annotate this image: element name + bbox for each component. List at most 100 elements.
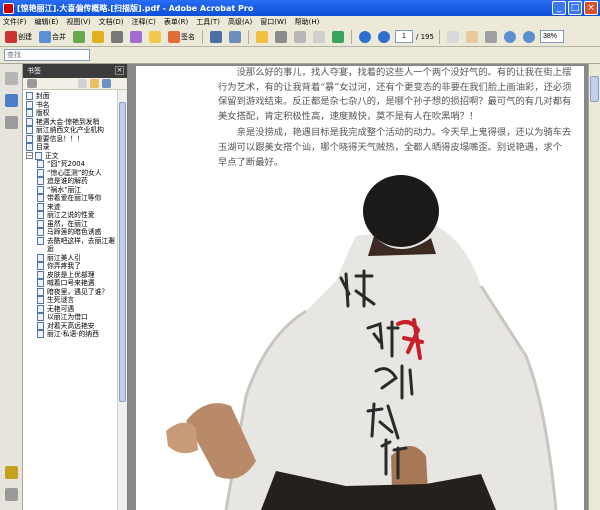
maximize-button[interactable]: □: [568, 1, 582, 15]
bookmarks-panel-icon[interactable]: [5, 94, 18, 107]
bookmark-item[interactable]: “祸水”丽江: [23, 185, 117, 195]
bookmarks-scrollbar[interactable]: [117, 90, 127, 510]
bookmark-item[interactable]: 目录: [23, 143, 117, 152]
menu-file[interactable]: 文件(F): [3, 17, 27, 27]
delete-bookmark-icon[interactable]: [78, 79, 87, 88]
bookmark-icon: [26, 134, 33, 143]
bookmark-label: “祸水”丽江: [47, 185, 82, 194]
bookmark-item[interactable]: 马蹄莲的暗色诱惑: [23, 228, 117, 237]
bookmark-item[interactable]: − 正文: [23, 151, 117, 161]
save-button[interactable]: [208, 29, 224, 45]
zoom-level-input[interactable]: [539, 30, 564, 43]
close-pane-button[interactable]: ×: [115, 66, 124, 75]
menu-forms[interactable]: 表单(R): [164, 17, 188, 27]
menu-window[interactable]: 窗口(W): [260, 17, 286, 27]
document-scrollbar[interactable]: [588, 64, 600, 510]
document-scroll-thumb[interactable]: [590, 76, 599, 102]
zoom-out-button[interactable]: [502, 29, 518, 45]
bookmark-label: 生死谜言: [47, 296, 75, 304]
hand-tool-button[interactable]: [464, 29, 480, 45]
bookmark-label: 来迹: [47, 202, 61, 211]
expand-bookmark-icon[interactable]: [102, 79, 111, 88]
comment-button[interactable]: [147, 29, 163, 45]
comments-panel-icon[interactable]: [5, 466, 18, 479]
bookmark-item[interactable]: 追是谁的解药: [23, 177, 117, 186]
bookmark-item[interactable]: 丽江美人引: [23, 253, 117, 263]
select-tool-button[interactable]: [445, 29, 461, 45]
window-title: [惊艳丽江].大喜偏传概略.[扫描版].pdf - Adobe Acrobat …: [17, 3, 254, 13]
menu-view[interactable]: 视图(V): [66, 17, 90, 27]
menu-advanced[interactable]: 高级(A): [228, 17, 252, 27]
share-button[interactable]: [330, 29, 346, 45]
bookmark-item[interactable]: 暗夜里，遇见了谁？: [23, 287, 117, 297]
bookmark-item[interactable]: 皮肤是上优部理: [23, 270, 117, 280]
attachments-panel-icon[interactable]: [5, 488, 18, 501]
bookmark-icon: [26, 126, 33, 134]
bookmark-item[interactable]: 丽江·私语·的纳西: [23, 330, 117, 339]
marquee-zoom-button[interactable]: [483, 29, 499, 45]
bookmark-label: 去酰吧这样，去丽江邂逅: [47, 236, 115, 254]
bookmark-label: 带着爱在丽江等你: [47, 194, 102, 202]
options-icon[interactable]: [27, 79, 37, 88]
bookmark-item[interactable]: 丽江之说的性爱: [23, 211, 117, 220]
bookmark-item[interactable]: “囧”死2004: [23, 160, 117, 169]
signatures-panel-icon[interactable]: [5, 116, 18, 129]
bookmark-item[interactable]: 无艳可遇: [23, 304, 117, 314]
menu-document[interactable]: 文档(D): [99, 17, 124, 27]
bookmark-item[interactable]: 艳遇大会·惊艳到发梢: [23, 117, 117, 127]
bookmark-item[interactable]: 版权: [23, 109, 117, 118]
bookmarks-title: 书签: [27, 67, 41, 75]
bookmark-item[interactable]: 封面: [23, 92, 117, 101]
bookmarks-scroll-thumb[interactable]: [119, 102, 126, 402]
menu-help[interactable]: 帮助(H): [295, 17, 320, 27]
bookmark-item[interactable]: 生死谜言: [23, 296, 117, 305]
bookmark-item[interactable]: 对着天高远艳安: [23, 321, 117, 331]
bookmark-item[interactable]: 重要信息！！！: [23, 134, 117, 144]
email-button[interactable]: [311, 29, 327, 45]
combine-button[interactable]: 合并: [37, 29, 68, 45]
bookmark-label: 无艳可遇: [47, 304, 75, 313]
bookmark-item[interactable]: “惊心匡测”的女人: [23, 168, 117, 178]
bookmark-toggle-icon[interactable]: −: [26, 151, 33, 159]
new-bookmark-icon[interactable]: [90, 79, 99, 88]
bookmark-icon: [37, 228, 44, 236]
bookmark-item[interactable]: 以丽江为借口: [23, 313, 117, 322]
collaborate-button[interactable]: [71, 29, 87, 45]
zoom-in-icon: [522, 30, 535, 43]
bookmark-item[interactable]: 去酰吧这样，去丽江邂逅: [23, 236, 117, 254]
pages-panel-icon[interactable]: [5, 72, 18, 85]
print-button[interactable]: [273, 29, 289, 45]
menu-comments[interactable]: 注释(C): [132, 17, 156, 27]
bookmark-item[interactable]: 虽然，在丽江: [23, 219, 117, 229]
page-number-input[interactable]: [395, 30, 413, 43]
close-button[interactable]: ×: [584, 1, 598, 15]
pages-button[interactable]: [292, 29, 308, 45]
bookmark-item[interactable]: 书名: [23, 100, 117, 110]
bookmark-item[interactable]: 丽江纳西文化产业机构: [23, 126, 117, 135]
bookmark-item[interactable]: 喊着口号来艳遇: [23, 279, 117, 288]
minimize-button[interactable]: _: [552, 1, 566, 15]
toolbar-separator: [351, 29, 352, 44]
bookmark-icon: [37, 296, 44, 304]
folder-icon: [256, 30, 268, 43]
page-paragraph-1: 没那么好的事儿，找人夺宴，找着的这些人一个两个没好气的。有的让我在街上摆行为艺术…: [218, 67, 572, 122]
sign-pen-button[interactable]: [109, 29, 125, 45]
create-button[interactable]: 创建: [3, 29, 34, 45]
secure-button[interactable]: [90, 29, 106, 45]
sign-button[interactable]: 签名: [166, 29, 197, 45]
bookmark-item[interactable]: 带着爱在丽江等你: [23, 194, 117, 203]
save-as-button[interactable]: [227, 29, 243, 45]
forms-button[interactable]: [128, 29, 144, 45]
bookmark-item[interactable]: 来迹: [23, 202, 117, 212]
open-button[interactable]: [254, 29, 270, 45]
bookmark-icon: [26, 117, 33, 126]
bookmark-list: 封面 书名 版权 艳遇大会·惊艳到发梢 丽江纳西文化产业机构 重要信息！！！ 目录 − 正文 “囧…: [23, 90, 117, 510]
menu-tools[interactable]: 工具(T): [196, 17, 220, 27]
menu-edit[interactable]: 编辑(E): [35, 17, 59, 27]
bookmark-label: 重要信息！！！: [36, 134, 84, 143]
find-input[interactable]: [4, 49, 90, 61]
prev-page-button[interactable]: [357, 29, 373, 45]
bookmark-item[interactable]: 你弄疼我了: [23, 262, 117, 271]
zoom-in-button[interactable]: [521, 29, 537, 45]
next-page-button[interactable]: [376, 29, 392, 45]
